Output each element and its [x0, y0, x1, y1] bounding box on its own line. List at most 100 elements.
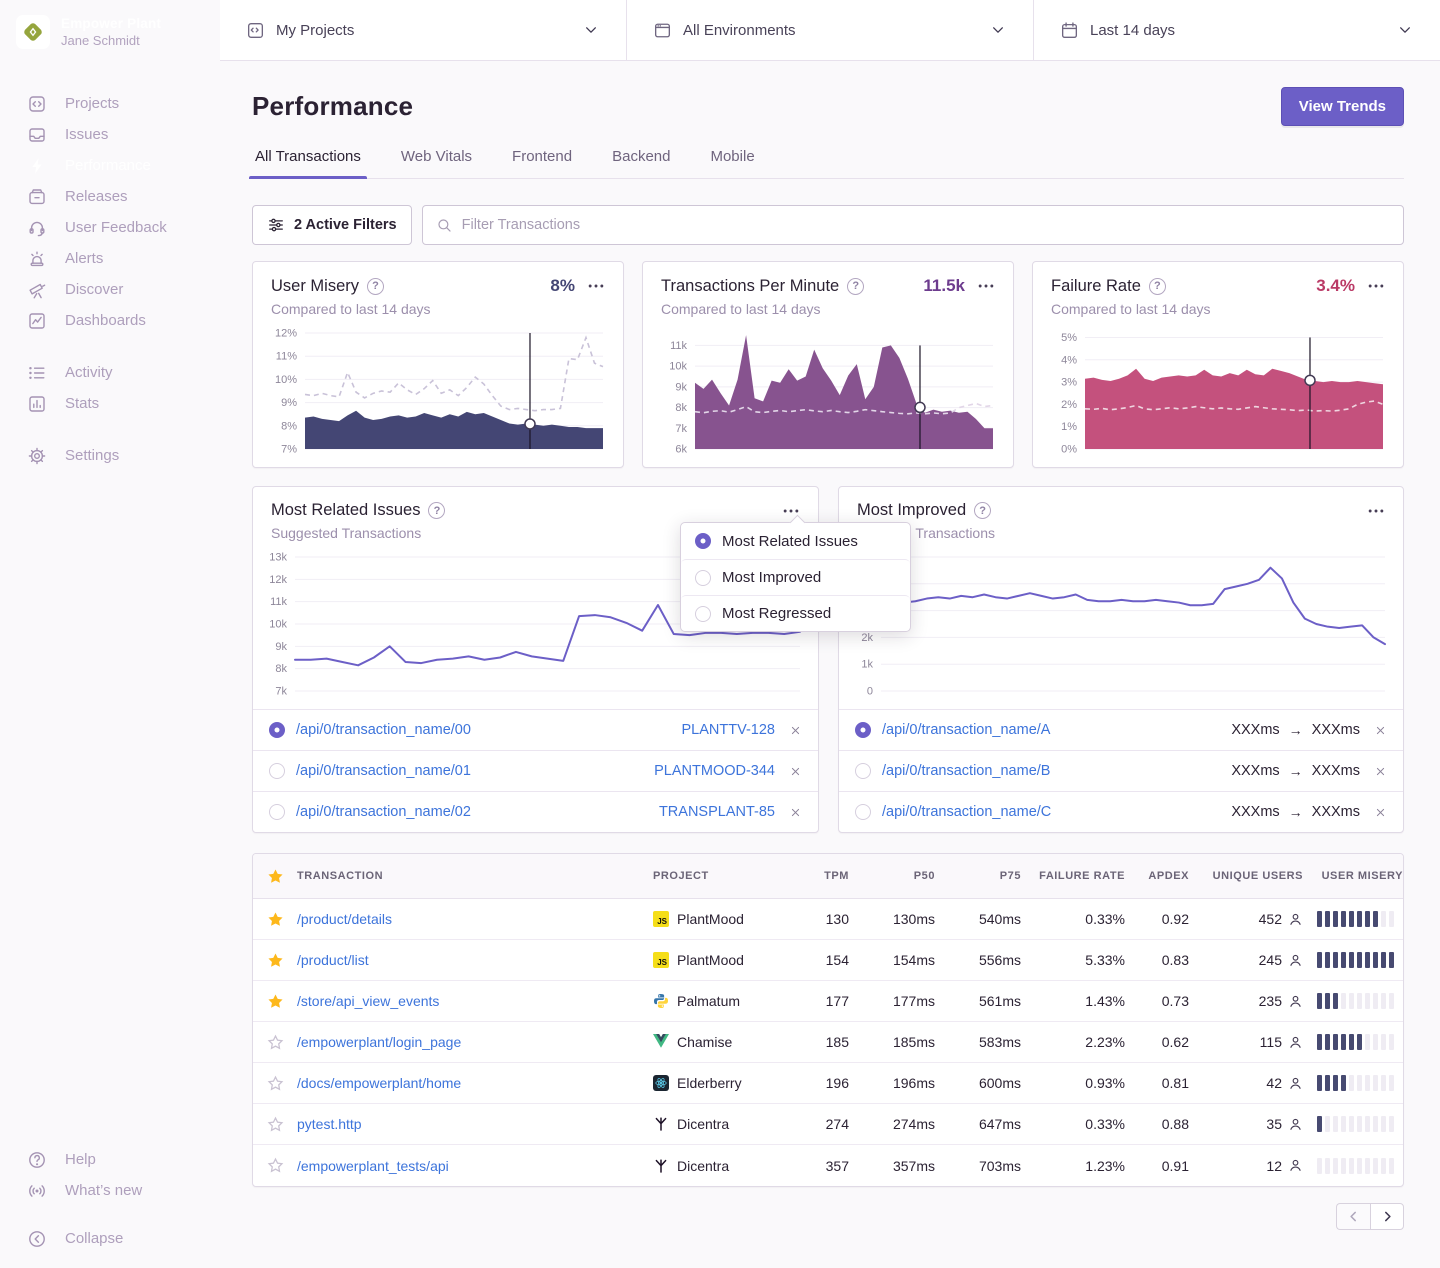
issue-link[interactable]: PLANTTV-128 — [682, 722, 776, 738]
sidebar-item-discover[interactable]: Discover — [0, 274, 220, 305]
widget-menu-button[interactable] — [977, 277, 995, 295]
star-filled-icon[interactable] — [253, 911, 297, 928]
transaction-link[interactable]: /api/0/transaction_name/01 — [296, 763, 471, 779]
sidebar-item-projects[interactable]: Projects — [0, 88, 220, 119]
p50-value: 177ms — [849, 993, 935, 1009]
radio-button[interactable] — [855, 804, 871, 820]
sidebar-item-issues[interactable]: Issues — [0, 119, 220, 150]
most-improved-chart[interactable]: 2k1k0 — [847, 551, 1387, 699]
sidebar-item-label: User Feedback — [65, 219, 167, 236]
transaction-link[interactable]: /docs/empowerplant/home — [297, 1075, 653, 1091]
close-icon[interactable] — [1374, 724, 1387, 737]
star-outline-icon[interactable] — [253, 1075, 297, 1092]
tab-backend[interactable]: Backend — [609, 148, 673, 178]
close-icon[interactable] — [789, 806, 802, 819]
radio-button[interactable] — [269, 804, 285, 820]
star-icon[interactable] — [253, 868, 297, 885]
radio-button[interactable] — [269, 763, 285, 779]
close-icon[interactable] — [789, 765, 802, 778]
issue-link[interactable]: PLANTMOOD-344 — [654, 763, 775, 779]
help-icon[interactable]: ? — [847, 278, 864, 295]
tab-all-transactions[interactable]: All Transactions — [252, 148, 364, 178]
close-icon[interactable] — [1374, 765, 1387, 778]
sidebar-item-alerts[interactable]: Alerts — [0, 243, 220, 274]
widget-menu-button[interactable] — [587, 277, 605, 295]
column-header[interactable]: UNIQUE USERS — [1189, 870, 1303, 882]
transaction-link[interactable]: /product/list — [297, 952, 653, 968]
column-header[interactable]: TPM — [785, 870, 849, 882]
column-header[interactable]: P50 — [849, 870, 935, 882]
radio-button — [695, 606, 711, 622]
sidebar-item-performance[interactable]: Performance — [0, 150, 220, 181]
sidebar-item-collapse[interactable]: Collapse — [0, 1223, 220, 1254]
help-icon[interactable]: ? — [367, 278, 384, 295]
menu-item-label: Most Improved — [722, 569, 821, 586]
menu-item-most-regressed[interactable]: Most Regressed — [681, 595, 910, 631]
tab-web-vitals[interactable]: Web Vitals — [398, 148, 475, 178]
project-filter-dropdown[interactable]: My Projects — [220, 0, 627, 60]
sidebar-item-whats-new[interactable]: What’s new — [0, 1175, 220, 1206]
tpm-chart[interactable]: 11k10k9k8k7k6k — [661, 327, 995, 457]
misery-bar — [1357, 1158, 1362, 1174]
help-icon[interactable]: ? — [974, 502, 991, 519]
project-cell: Chamise — [653, 1034, 785, 1050]
star-outline-icon[interactable] — [253, 1157, 297, 1174]
misery-bar — [1389, 1034, 1394, 1050]
column-header[interactable]: FAILURE RATE — [1021, 870, 1125, 882]
star-outline-icon[interactable] — [253, 1034, 297, 1051]
radio-button[interactable] — [269, 722, 285, 738]
menu-item-most-improved[interactable]: Most Improved — [681, 559, 910, 595]
widget-menu-button[interactable] — [1367, 277, 1385, 295]
close-icon[interactable] — [789, 724, 802, 737]
sidebar-item-dashboards[interactable]: Dashboards — [0, 305, 220, 336]
transaction-link[interactable]: /store/api_view_events — [297, 993, 653, 1009]
view-trends-button[interactable]: View Trends — [1281, 87, 1404, 126]
next-page-button[interactable] — [1370, 1203, 1404, 1230]
search-input[interactable] — [462, 217, 1390, 233]
tab-mobile[interactable]: Mobile — [707, 148, 757, 178]
help-icon[interactable]: ? — [1149, 278, 1166, 295]
transaction-link[interactable]: /api/0/transaction_name/A — [882, 722, 1050, 738]
sidebar-item-help[interactable]: Help — [0, 1144, 220, 1175]
widget-menu-button[interactable] — [1367, 502, 1385, 520]
radio-button[interactable] — [855, 763, 871, 779]
issue-link[interactable]: TRANSPLANT-85 — [659, 804, 775, 820]
column-header[interactable]: APDEX — [1125, 870, 1189, 882]
help-icon[interactable]: ? — [428, 502, 445, 519]
transaction-link[interactable]: /api/0/transaction_name/00 — [296, 722, 471, 738]
previous-page-button[interactable] — [1336, 1203, 1370, 1230]
transaction-link[interactable]: /empowerplant/login_page — [297, 1034, 653, 1050]
transaction-link[interactable]: /api/0/transaction_name/02 — [296, 804, 471, 820]
sidebar-item-user-feedback[interactable]: User Feedback — [0, 212, 220, 243]
org-switcher[interactable]: Empower Plant Jane Schmidt — [0, 0, 220, 64]
transaction-link[interactable]: /empowerplant_tests/api — [297, 1158, 653, 1174]
failure-rate-chart[interactable]: 5%4%3%2%1%0% — [1051, 327, 1385, 457]
star-filled-icon[interactable] — [253, 952, 297, 969]
radio-button[interactable] — [855, 722, 871, 738]
discover-icon — [27, 280, 47, 300]
column-header[interactable]: P75 — [935, 870, 1021, 882]
column-header[interactable]: USER MISERY — [1303, 870, 1403, 882]
star-outline-icon[interactable] — [253, 1116, 297, 1133]
sidebar-item-settings[interactable]: Settings — [0, 440, 220, 471]
filter-row: 2 Active Filters — [252, 205, 1404, 245]
active-filters-button[interactable]: 2 Active Filters — [252, 205, 412, 245]
transaction-link[interactable]: /api/0/transaction_name/B — [882, 763, 1050, 779]
column-header[interactable]: PROJECT — [653, 870, 785, 882]
transaction-link[interactable]: pytest.http — [297, 1116, 653, 1132]
tab-frontend[interactable]: Frontend — [509, 148, 575, 178]
user-misery-chart[interactable]: 12%11%10%9%8%7% — [271, 327, 605, 457]
date-range-dropdown[interactable]: Last 14 days — [1034, 0, 1440, 60]
duration-before: XXXms — [1231, 804, 1279, 820]
star-filled-icon[interactable] — [253, 993, 297, 1010]
sidebar-item-activity[interactable]: Activity — [0, 357, 220, 388]
sidebar-item-releases[interactable]: Releases — [0, 181, 220, 212]
column-header[interactable]: TRANSACTION — [297, 870, 653, 882]
sidebar-item-stats[interactable]: Stats — [0, 388, 220, 419]
environment-filter-dropdown[interactable]: All Environments — [627, 0, 1034, 60]
transaction-link[interactable]: /product/details — [297, 911, 653, 927]
transaction-link[interactable]: /api/0/transaction_name/C — [882, 804, 1051, 820]
misery-bar — [1389, 911, 1394, 927]
close-icon[interactable] — [1374, 806, 1387, 819]
misery-bar — [1349, 952, 1354, 968]
